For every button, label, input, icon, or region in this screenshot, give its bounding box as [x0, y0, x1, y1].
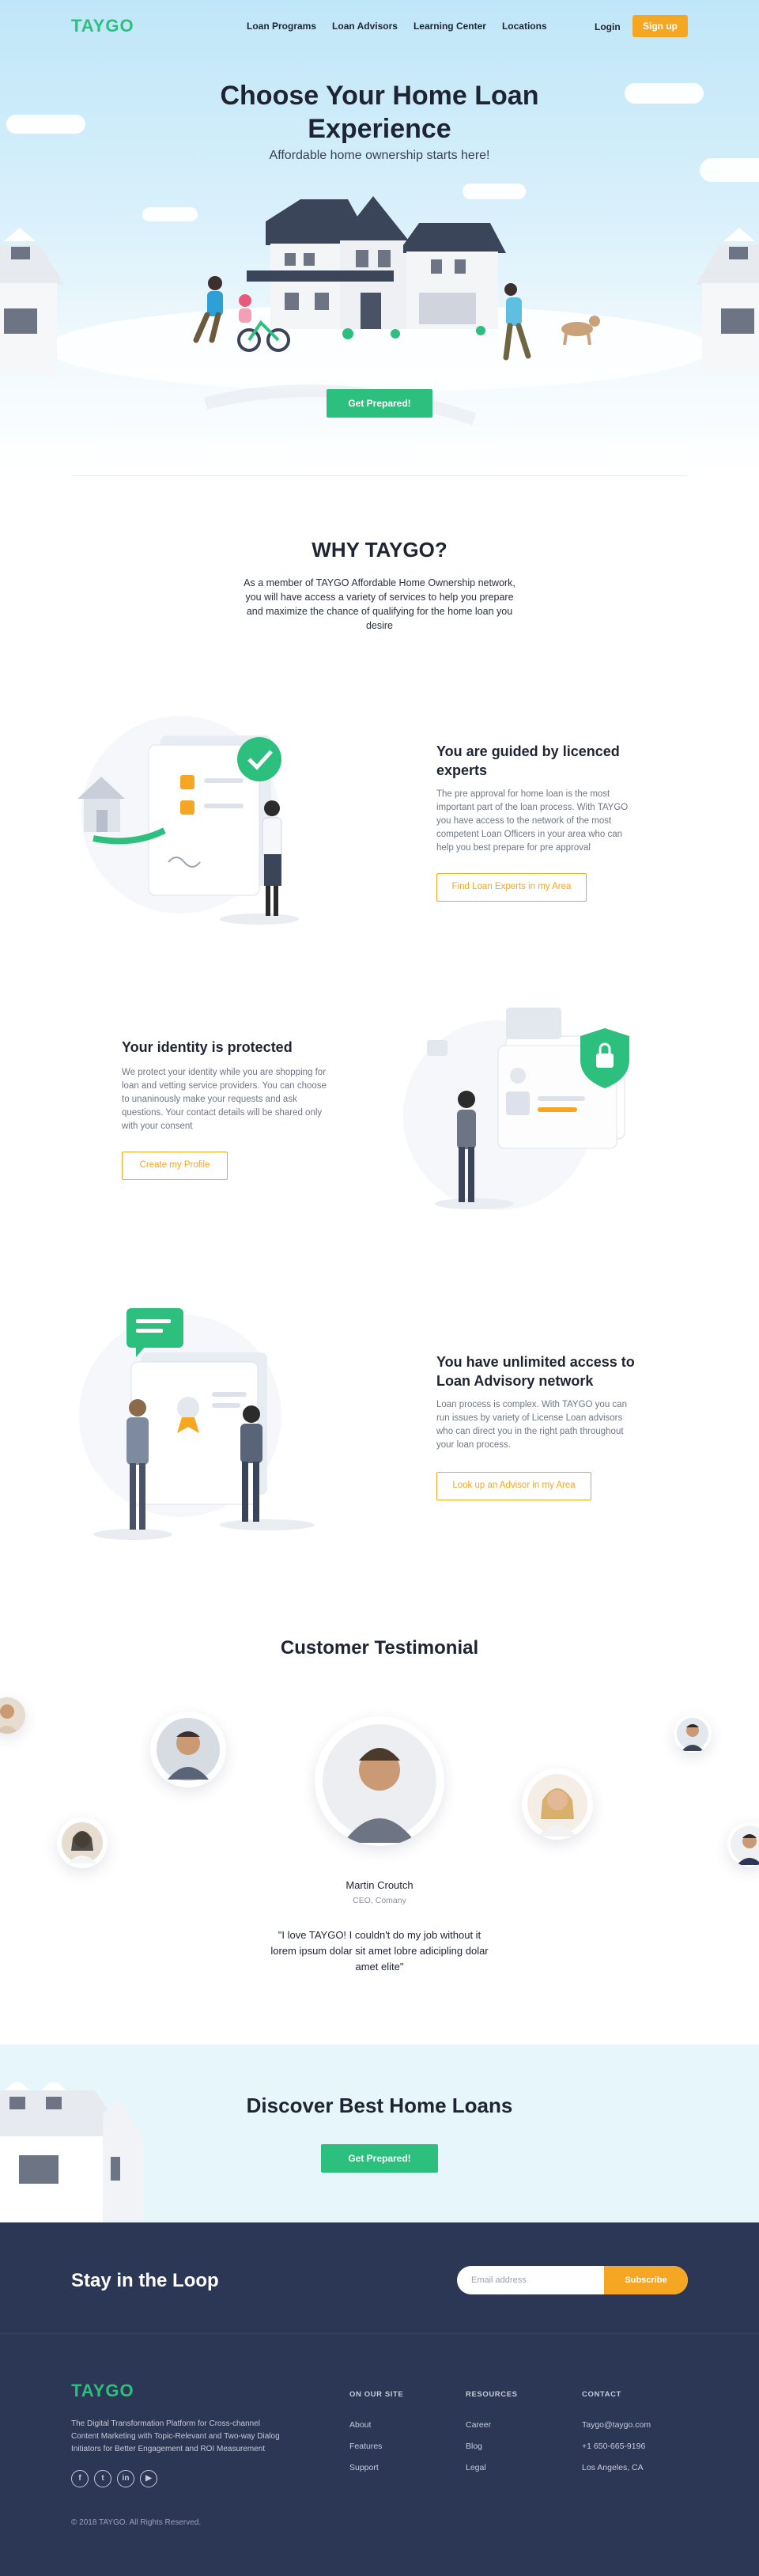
discover-title: Discover Best Home Loans	[246, 2094, 513, 2117]
testimonial-name: Martin Croutch	[346, 1879, 413, 1891]
house-left-icon	[0, 228, 65, 374]
hero-title-line2: Experience	[308, 114, 451, 144]
feature-3-text: Loan process is complex. With TAYGO you …	[436, 1400, 627, 1450]
nav-link-learning-center[interactable]: Learning Center	[413, 21, 486, 32]
woman-with-tablet-icon	[126, 1399, 149, 1530]
create-profile-button[interactable]: Create my Profile	[122, 1152, 228, 1180]
person-icon	[677, 1718, 708, 1751]
testimonial-role: CEO, Comany	[353, 1896, 406, 1905]
footer-column-heading: ON OUR SITE	[349, 2390, 404, 2399]
why-title: WHY TAYGO?	[312, 538, 447, 562]
social-links: f t in ▶	[71, 2470, 157, 2487]
youtube-icon[interactable]: ▶	[140, 2470, 157, 2487]
person-icon	[527, 1774, 587, 1836]
testimonial-avatar[interactable]	[150, 1712, 226, 1787]
login-link[interactable]: Login	[595, 21, 621, 32]
why-text: As a member of TAYGO Affordable Home Own…	[244, 577, 515, 631]
footer-description: The Digital Transformation Platform for …	[71, 2419, 280, 2453]
find-loan-experts-button[interactable]: Find Loan Experts in my Area	[436, 873, 587, 902]
footer-link-about[interactable]: About	[349, 2420, 403, 2430]
footer-link-support[interactable]: Support	[349, 2463, 403, 2472]
person-icon	[62, 1822, 103, 1863]
feature-2-text: We protect your identity while you are s…	[122, 1068, 327, 1131]
hero-cta-button[interactable]: Get Prepared!	[327, 389, 432, 418]
footer-link-blog[interactable]: Blog	[466, 2442, 518, 2451]
person-icon	[0, 1697, 25, 1734]
section-divider	[71, 475, 688, 476]
footer-link-features[interactable]: Features	[349, 2442, 403, 2451]
footer-column-site: ON OUR SITE About Features Support	[349, 2390, 403, 2484]
testimonial-quote: "I love TAYGO! I couldn't do my job with…	[270, 1929, 489, 1973]
footer-link-career[interactable]: Career	[466, 2420, 518, 2430]
logo[interactable]: TAYGO	[71, 16, 134, 36]
nav-links: Loan Programs Loan Advisors Learning Cen…	[247, 21, 547, 32]
checkmark-icon	[237, 737, 281, 781]
house-right-icon	[696, 228, 759, 374]
testimonial-avatar[interactable]	[522, 1768, 593, 1840]
feature-3-title: You have unlimited access to Loan Adviso…	[436, 1354, 635, 1389]
subscribe-button[interactable]: Subscribe	[604, 2266, 688, 2294]
facebook-icon[interactable]: f	[71, 2470, 89, 2487]
testimonial-avatar[interactable]	[727, 1822, 759, 1867]
house-main-icon	[247, 196, 506, 339]
signup-button[interactable]: Sign up	[632, 15, 688, 37]
testimonial-avatar[interactable]	[674, 1715, 712, 1753]
person-icon	[731, 1825, 759, 1865]
email-input[interactable]	[457, 2266, 604, 2294]
footer-column-contact: CONTACT Taygo@taygo.com +1 650-665-9196 …	[582, 2390, 651, 2484]
person-icon	[323, 1724, 436, 1843]
feature-2-title: Your identity is protected	[122, 1039, 293, 1055]
discover-cta-button[interactable]: Get Prepared!	[321, 2144, 438, 2173]
testimonial-avatar-featured[interactable]	[315, 1716, 444, 1846]
person-icon	[157, 1718, 220, 1781]
linkedin-icon[interactable]: in	[117, 2470, 134, 2487]
nav-link-loan-programs[interactable]: Loan Programs	[247, 21, 316, 32]
feature-2-illustration	[403, 1008, 629, 1210]
feature-1-illustration	[77, 716, 299, 925]
footer-logo[interactable]: TAYGO	[71, 2381, 134, 2401]
feature-1-text: The pre approval for home loan is the mo…	[436, 789, 629, 853]
copyright: © 2018 TAYGO. All Rights Reserved.	[71, 2518, 202, 2527]
testimonial-avatar[interactable]	[0, 1697, 25, 1734]
footer-column-resources: RESOURCES Career Blog Legal	[466, 2390, 518, 2484]
contact-email[interactable]: Taygo@taygo.com	[582, 2420, 651, 2430]
newsletter-title: Stay in the Loop	[71, 2270, 219, 2291]
footer: Stay in the Loop Subscribe TAYGO The Dig…	[0, 2222, 759, 2576]
hero-illustration	[0, 196, 759, 426]
contact-location: Los Angeles, CA	[582, 2463, 644, 2472]
hero-subtitle: Affordable home ownership starts here!	[269, 149, 490, 162]
feature-3-illustration	[79, 1308, 315, 1540]
discover-section: Discover Best Home Loans Get Prepared!	[0, 2045, 759, 2222]
hero-title-line1: Choose Your Home Loan	[220, 81, 539, 111]
look-up-advisor-button[interactable]: Look up an Advisor in my Area	[436, 1472, 591, 1500]
twitter-icon[interactable]: t	[94, 2470, 111, 2487]
nav-link-locations[interactable]: Locations	[502, 21, 547, 32]
testimonial-title: Customer Testimonial	[280, 1637, 479, 1659]
footer-divider	[0, 2333, 759, 2334]
footer-column-heading: CONTACT	[582, 2390, 621, 2399]
contact-phone[interactable]: +1 650-665-9196	[582, 2442, 651, 2451]
newsletter-form: Subscribe	[457, 2266, 688, 2294]
testimonial-avatar[interactable]	[57, 1818, 108, 1868]
top-nav: TAYGO Loan Programs Loan Advisors Learni…	[0, 0, 759, 54]
hero-section: TAYGO Loan Programs Loan Advisors Learni…	[0, 0, 759, 475]
footer-link-legal[interactable]: Legal	[466, 2463, 518, 2472]
hero-title: Choose Your Home Loan Experience	[0, 79, 759, 146]
page: TAYGO Loan Programs Loan Advisors Learni…	[0, 0, 759, 2576]
feature-1-title: You are guided by licenced experts	[436, 743, 620, 778]
footer-column-heading: RESOURCES	[466, 2390, 518, 2399]
nav-link-loan-advisors[interactable]: Loan Advisors	[332, 21, 398, 32]
